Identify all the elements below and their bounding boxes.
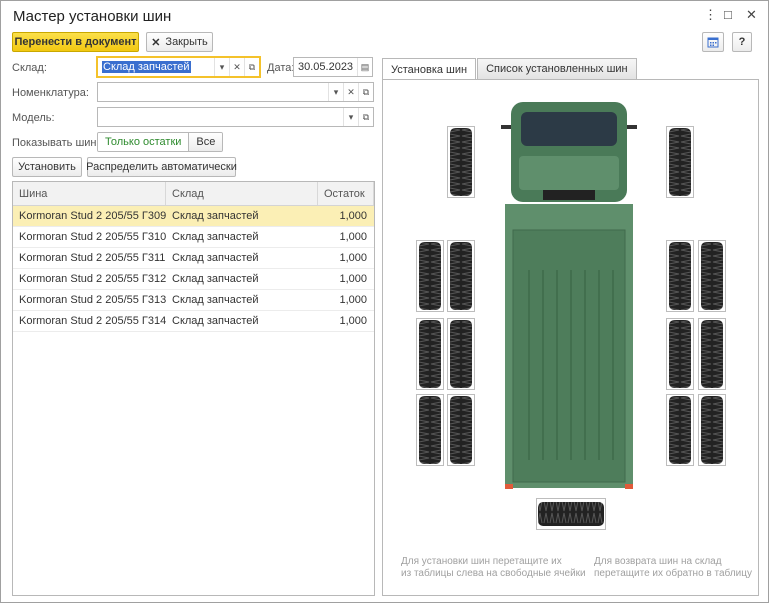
date-label: Дата: xyxy=(267,62,295,74)
help-button[interactable]: ? xyxy=(732,32,752,52)
window-title: Мастер установки шин xyxy=(13,8,172,25)
date-value: 30.05.2023 19 xyxy=(298,61,357,73)
more-menu-icon[interactable]: ⋮ xyxy=(704,7,717,23)
tire-slot-rear-right-1-outer[interactable] xyxy=(698,240,726,312)
calendar-button[interactable] xyxy=(702,32,724,52)
truck-cab xyxy=(501,102,637,202)
show-tires-toggle: Только остатки Все xyxy=(97,132,224,152)
close-button-label: Закрыть xyxy=(165,36,208,48)
install-hint: Для установки шин перетащите их из табли… xyxy=(401,556,586,579)
tire-slot-rear-left-1-inner[interactable] xyxy=(447,240,475,312)
clear-icon[interactable]: ✕ xyxy=(229,58,244,76)
tire-slot-rear-left-3-outer[interactable] xyxy=(416,394,444,466)
warehouse-field[interactable]: Склад запчастей ▾ ✕ ⧉ xyxy=(96,56,261,78)
tires-table: Шина Склад Остаток Kormoran Stud 2 205/5… xyxy=(12,181,375,596)
table-row[interactable]: Kormoran Stud 2 205/55 Г313 Склад запчас… xyxy=(13,290,374,311)
tire-slot-spare[interactable] xyxy=(536,498,606,530)
tire-slot-rear-left-3-inner[interactable] xyxy=(447,394,475,466)
date-picker-icon[interactable]: ▤ xyxy=(357,58,372,76)
open-icon[interactable]: ⧉ xyxy=(244,58,259,76)
table-row[interactable]: Kormoran Stud 2 205/55 Г314 Склад запчас… xyxy=(13,311,374,332)
table-row[interactable]: Kormoran Stud 2 205/55 Г311 Склад запчас… xyxy=(13,248,374,269)
x-icon: ✕ xyxy=(151,36,161,49)
column-header-warehouse[interactable]: Склад xyxy=(166,182,318,205)
warehouse-label: Склад: xyxy=(12,62,47,74)
truck-diagram xyxy=(501,102,637,489)
model-label: Модель: xyxy=(12,112,55,124)
nomenclature-label: Номенклатура: xyxy=(12,87,89,99)
tire-slot-rear-right-2-inner[interactable] xyxy=(666,318,694,390)
install-button[interactable]: Установить xyxy=(12,157,82,177)
all-option[interactable]: Все xyxy=(189,133,223,151)
open-icon[interactable]: ⧉ xyxy=(358,83,373,101)
table-row[interactable]: Kormoran Stud 2 205/55 Г312 Склад запчас… xyxy=(13,269,374,290)
tab-installed-list[interactable]: Список установленных шин xyxy=(477,58,637,79)
column-header-tire[interactable]: Шина xyxy=(13,182,166,205)
distribute-auto-button[interactable]: Распределить автоматически xyxy=(86,157,237,177)
show-tires-label: Показывать шины: xyxy=(12,137,108,149)
tire-slot-front-left[interactable] xyxy=(447,126,475,198)
tire-slot-rear-left-2-inner[interactable] xyxy=(447,318,475,390)
open-icon[interactable]: ⧉ xyxy=(358,108,373,126)
tire-slot-rear-left-2-outer[interactable] xyxy=(416,318,444,390)
transfer-to-document-button[interactable]: Перенести в документ xyxy=(12,32,139,52)
model-field[interactable]: ▾ ⧉ xyxy=(97,107,374,127)
tire-slot-rear-right-3-inner[interactable] xyxy=(666,394,694,466)
close-window-icon[interactable]: ✕ xyxy=(746,7,757,23)
return-hint: Для возврата шин на склад перетащите их … xyxy=(594,556,752,579)
date-field[interactable]: 30.05.2023 19 ▤ xyxy=(293,57,373,77)
close-button[interactable]: ✕ Закрыть xyxy=(146,32,213,52)
truck-body xyxy=(505,204,633,489)
dropdown-arrow-icon[interactable]: ▾ xyxy=(214,58,229,76)
dropdown-arrow-icon[interactable]: ▾ xyxy=(343,108,358,126)
clear-icon[interactable]: ✕ xyxy=(343,83,358,101)
only-rest-option[interactable]: Только остатки xyxy=(98,133,190,151)
table-row[interactable]: Kormoran Stud 2 205/55 Г310 Склад запчас… xyxy=(13,227,374,248)
maximize-icon[interactable]: □ xyxy=(724,7,732,22)
tab-bar: Установка шин Список установленных шин xyxy=(382,58,638,80)
table-header: Шина Склад Остаток xyxy=(13,182,374,206)
tab-install[interactable]: Установка шин xyxy=(382,58,477,80)
tire-slot-rear-right-1-inner[interactable] xyxy=(666,240,694,312)
dropdown-arrow-icon[interactable]: ▾ xyxy=(328,83,343,101)
tire-slot-rear-left-1-outer[interactable] xyxy=(416,240,444,312)
calendar-icon xyxy=(707,37,719,48)
install-panel: Для установки шин перетащите их из табли… xyxy=(382,79,759,596)
tire-slot-rear-right-3-outer[interactable] xyxy=(698,394,726,466)
table-row[interactable]: Kormoran Stud 2 205/55 Г309 Склад запчас… xyxy=(13,206,374,227)
column-header-rest[interactable]: Остаток xyxy=(318,182,374,205)
tire-install-wizard-window: Мастер установки шин ⋮ □ ✕ Перенести в д… xyxy=(0,0,769,603)
warehouse-value: Склад запчастей xyxy=(102,61,191,73)
tire-slot-front-right[interactable] xyxy=(666,126,694,198)
nomenclature-field[interactable]: ▾ ✕ ⧉ xyxy=(97,82,374,102)
tire-slot-rear-right-2-outer[interactable] xyxy=(698,318,726,390)
